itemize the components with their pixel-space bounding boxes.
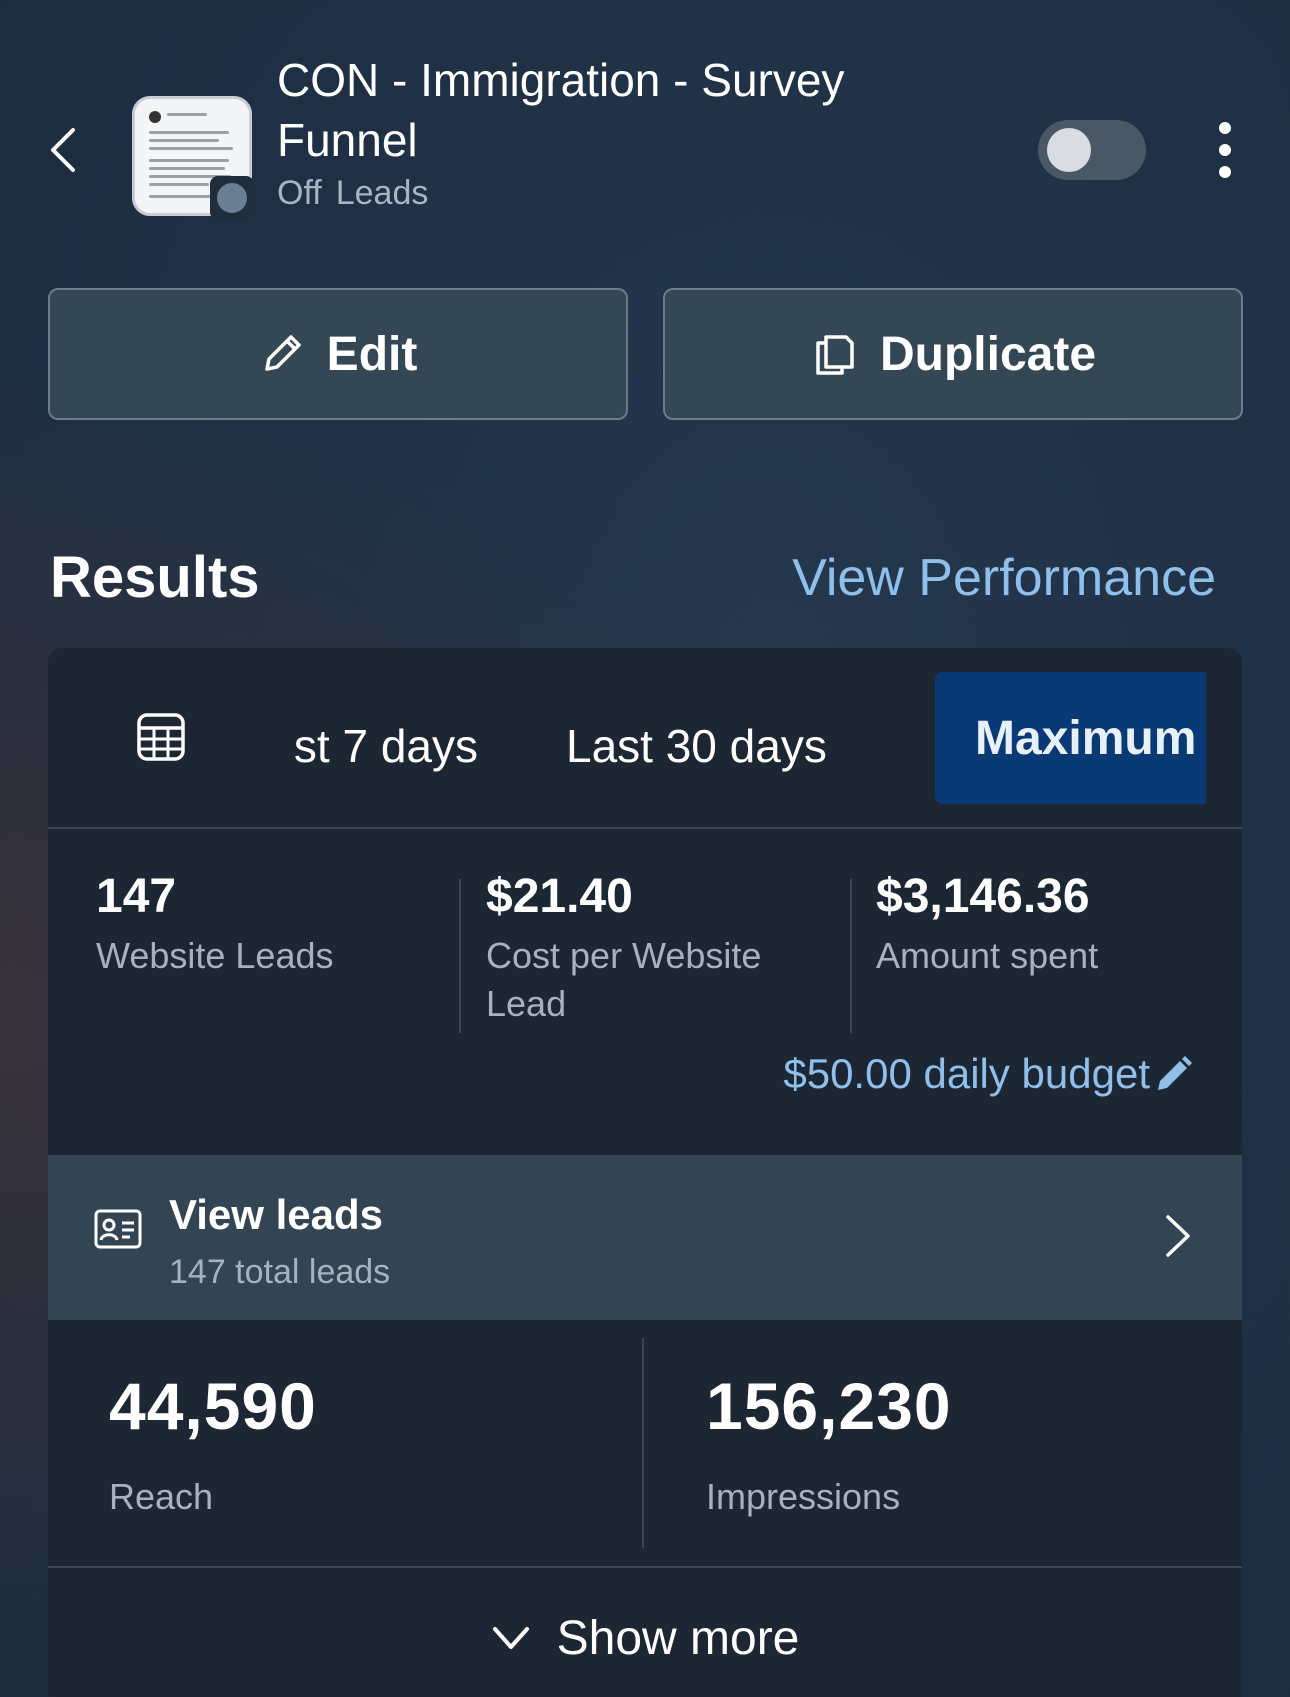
reach-value: 44,590 — [109, 1369, 317, 1443]
campaign-status: Off — [277, 174, 322, 212]
metric-label: Amount spent — [876, 935, 1099, 976]
tab-last-30-days[interactable]: Last 30 days — [566, 680, 827, 812]
daily-budget-link[interactable]: $50.00 daily budget — [783, 1050, 1194, 1098]
show-more-label: Show more — [556, 1611, 800, 1665]
chevron-left-icon — [51, 128, 75, 172]
results-card: st 7 days Last 30 days Maximum 147 Websi… — [48, 648, 1242, 1697]
date-range-tabs: st 7 days Last 30 days Maximum — [48, 648, 1242, 829]
metric-label: Website Leads — [96, 935, 334, 976]
back-button[interactable] — [40, 118, 84, 182]
calendar-icon[interactable] — [136, 712, 186, 762]
metrics-row: 147 Website Leads $21.40 Cost per Websit… — [48, 829, 1242, 1049]
duplicate-button[interactable]: Duplicate — [663, 288, 1243, 420]
metric-cost-per-lead: $21.40 Cost per Website Lead — [486, 869, 816, 1028]
impressions-label: Impressions — [706, 1476, 901, 1517]
metric-label: Cost per Website Lead — [486, 935, 762, 1024]
pencil-icon — [1158, 1056, 1192, 1090]
reach-label: Reach — [109, 1476, 214, 1517]
duplicate-label: Duplicate — [879, 327, 1097, 381]
chevron-down-icon — [492, 1627, 529, 1649]
metric-value: $21.40 — [486, 870, 633, 923]
view-performance-link[interactable]: View Performance — [792, 548, 1216, 608]
pencil-icon — [264, 335, 301, 371]
metric-website-leads: 147 Website Leads — [96, 869, 436, 980]
edit-button[interactable]: Edit — [48, 288, 628, 420]
metric-value: $3,146.36 — [876, 870, 1090, 923]
campaign-title: CON - Immigration - Survey Funnel — [277, 54, 845, 166]
metric-value: 147 — [96, 870, 177, 923]
tab-last-7-days[interactable]: st 7 days — [248, 680, 498, 812]
impressions-value: 156,230 — [706, 1369, 952, 1443]
thumbnail-status-badge — [210, 176, 254, 220]
reach-stat: 44,590 Reach — [109, 1368, 317, 1518]
contact-card-icon — [94, 1209, 142, 1249]
impressions-stat: 156,230 Impressions — [706, 1368, 952, 1518]
view-leads-subtitle: 147 total leads — [169, 1253, 391, 1291]
more-options-icon[interactable] — [1210, 122, 1240, 178]
campaign-toggle[interactable] — [1038, 120, 1146, 180]
view-leads-row[interactable]: View leads 147 total leads — [48, 1155, 1242, 1320]
results-heading: Results — [50, 545, 260, 610]
campaign-subtitle: Off Leads — [277, 174, 428, 213]
campaign-objective: Leads — [335, 174, 429, 212]
daily-budget-label: $50.00 daily budget — [783, 1050, 1150, 1097]
show-more-button[interactable]: Show more — [48, 1568, 1242, 1697]
metric-amount-spent: $3,146.36 Amount spent — [876, 869, 1216, 980]
view-leads-title: View leads — [169, 1191, 384, 1238]
tab-maximum[interactable]: Maximum — [935, 672, 1206, 804]
chevron-right-icon — [1166, 1215, 1190, 1257]
copy-icon — [816, 335, 854, 375]
edit-label: Edit — [326, 327, 418, 381]
